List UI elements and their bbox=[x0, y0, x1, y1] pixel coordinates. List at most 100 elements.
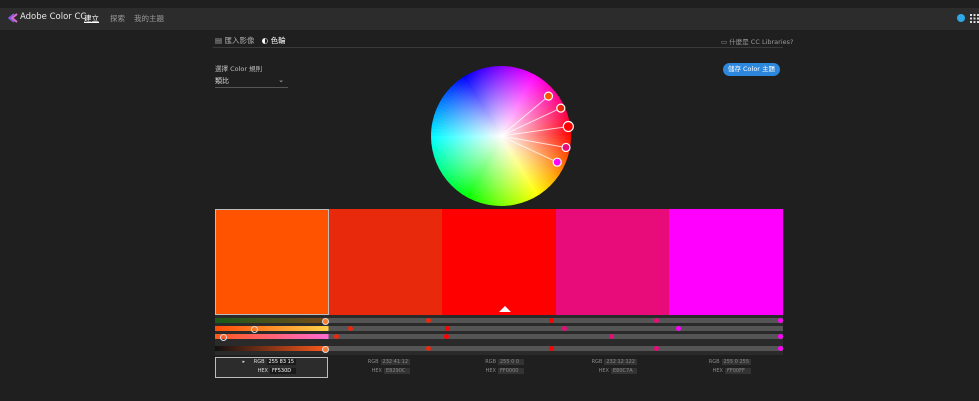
slider-knob[interactable] bbox=[334, 334, 339, 339]
rgb-line: RGB 255 0 255 bbox=[702, 359, 751, 365]
base-color-marker-icon[interactable] bbox=[499, 306, 511, 312]
color-value-cell: RGB 255 0 0 HEX FF0000 bbox=[443, 357, 556, 378]
slider-knob[interactable] bbox=[778, 346, 783, 351]
color-swatch[interactable] bbox=[215, 209, 329, 315]
slider-row-value bbox=[215, 346, 783, 353]
slider-knob[interactable] bbox=[778, 318, 783, 323]
hex-input[interactable]: FF530D bbox=[270, 368, 296, 374]
libraries-hint-label: 什麼是 CC Libraries? bbox=[729, 38, 794, 46]
slider-knob[interactable] bbox=[549, 318, 554, 323]
save-theme-button[interactable]: 儲存 Color 主題 bbox=[723, 63, 780, 76]
color-wheel-icon: ◐ bbox=[261, 36, 269, 45]
hex-label: HEX bbox=[371, 368, 382, 374]
chevron-down-icon: ⌄ bbox=[278, 76, 284, 84]
hex-input[interactable]: FF0000 bbox=[498, 368, 524, 374]
slider-track[interactable] bbox=[215, 334, 783, 339]
color-swatch[interactable] bbox=[328, 209, 443, 315]
libraries-icon: ▭ bbox=[721, 38, 728, 46]
slider-row-saturation bbox=[215, 326, 783, 333]
slider-row-hue bbox=[215, 318, 783, 325]
app-title[interactable]: Adobe Color CC bbox=[20, 12, 86, 22]
rgb-line: RGB 255 0 0 bbox=[478, 359, 524, 365]
slider-track[interactable] bbox=[215, 346, 783, 351]
rgb-label: RGB bbox=[367, 359, 379, 365]
color-handle[interactable] bbox=[561, 142, 571, 153]
color-handle[interactable] bbox=[552, 157, 562, 167]
rgb-input[interactable]: 255 0 0 bbox=[498, 359, 524, 365]
slider-knob[interactable] bbox=[426, 346, 431, 351]
hex-line: HEX FF00FF bbox=[705, 368, 751, 374]
color-wheel[interactable] bbox=[428, 63, 574, 209]
slider-track[interactable] bbox=[215, 326, 783, 331]
nav-create[interactable]: 建立 bbox=[84, 13, 99, 24]
apps-grid-icon[interactable] bbox=[970, 14, 979, 23]
hex-line: HEX E80C7A bbox=[591, 368, 637, 374]
hex-label: HEX bbox=[257, 368, 268, 374]
mode-tabs: ▤ 匯入影像 ◐ 色輪 bbox=[215, 35, 286, 46]
slider-knob[interactable] bbox=[778, 334, 783, 339]
rgb-label: RGB bbox=[591, 359, 603, 365]
rgb-input[interactable]: 232 12 122 bbox=[604, 359, 637, 365]
slider-knob[interactable] bbox=[676, 326, 681, 331]
hex-line: HEX FF530D bbox=[250, 368, 296, 374]
adobe-color-logo-icon[interactable] bbox=[8, 13, 18, 23]
libraries-help-link[interactable]: ▭ 什麼是 CC Libraries? bbox=[721, 36, 793, 46]
color-handle[interactable] bbox=[556, 103, 566, 113]
color-app: Adobe Color CC 建立 探索 我的主題 ▤ 匯入影像 ◐ 色輪 ▭ … bbox=[0, 0, 979, 401]
slider-row-brightness bbox=[215, 334, 783, 341]
hex-input[interactable]: FF00FF bbox=[725, 368, 751, 374]
color-rule-label: 選擇 Color 規則 bbox=[215, 65, 263, 73]
hex-label: HEX bbox=[485, 368, 496, 374]
hex-label: HEX bbox=[598, 368, 609, 374]
color-handle[interactable] bbox=[543, 91, 554, 101]
color-handle[interactable] bbox=[562, 120, 574, 133]
slider-knob[interactable] bbox=[348, 326, 353, 331]
slider-knob[interactable] bbox=[562, 326, 567, 331]
slider-knob[interactable] bbox=[654, 346, 659, 351]
slider-knob[interactable] bbox=[426, 318, 431, 323]
slider-knob[interactable] bbox=[322, 346, 329, 353]
slider-knob[interactable] bbox=[445, 326, 450, 331]
color-swatch[interactable] bbox=[442, 209, 556, 315]
hex-label: HEX bbox=[712, 368, 723, 374]
hex-input[interactable]: E80C7A bbox=[611, 368, 637, 374]
tab-color-wheel[interactable]: 色輪 bbox=[271, 36, 286, 45]
rgb-label: RGB bbox=[485, 359, 496, 365]
hex-line: HEX E8290C bbox=[364, 368, 410, 374]
slider-knob[interactable] bbox=[322, 318, 329, 325]
nav-explore[interactable]: 探索 bbox=[110, 13, 125, 24]
color-swatch[interactable] bbox=[669, 209, 783, 315]
rgb-line: ▸ RGB 255 83 15 bbox=[242, 359, 296, 365]
slider-knob[interactable] bbox=[654, 318, 659, 323]
tab-import-image[interactable]: 匯入影像 bbox=[224, 36, 254, 45]
color-value-cell: RGB 232 12 122 HEX E80C7A bbox=[556, 357, 669, 378]
rgb-input[interactable]: 255 83 15 bbox=[266, 359, 296, 365]
slider-knob[interactable] bbox=[609, 334, 614, 339]
color-values: ▸ RGB 255 83 15 HEX FF530D RGB 232 41 12 HE… bbox=[215, 357, 783, 378]
slider-knob[interactable] bbox=[251, 326, 258, 333]
image-icon: ▤ bbox=[215, 36, 223, 45]
color-swatch[interactable] bbox=[555, 209, 670, 315]
color-value-cell: ▸ RGB 255 83 15 HEX FF530D bbox=[215, 357, 328, 378]
slider-knob[interactable] bbox=[549, 346, 554, 351]
header-divider bbox=[213, 47, 783, 48]
globe-icon[interactable] bbox=[957, 14, 965, 22]
top-bar: Adobe Color CC 建立 探索 我的主題 bbox=[0, 8, 979, 30]
hex-line: HEX FF0000 bbox=[478, 368, 524, 374]
nav-my-themes[interactable]: 我的主題 bbox=[134, 13, 164, 24]
rgb-label: RGB bbox=[253, 359, 265, 365]
color-value-cell: RGB 255 0 255 HEX FF00FF bbox=[670, 357, 783, 378]
channel-sliders bbox=[215, 315, 783, 355]
rgb-input[interactable]: 232 41 12 bbox=[380, 359, 410, 365]
hex-input[interactable]: E8290C bbox=[384, 368, 410, 374]
rgb-label: RGB bbox=[708, 359, 720, 365]
color-rule-select[interactable]: 類比 ⌄ bbox=[215, 76, 288, 88]
slider-knob[interactable] bbox=[220, 334, 227, 341]
rgb-input[interactable]: 255 0 255 bbox=[721, 359, 751, 365]
slider-knob[interactable] bbox=[444, 334, 449, 339]
color-rule-value: 類比 bbox=[215, 77, 229, 85]
slider-track[interactable] bbox=[215, 318, 783, 323]
rgb-line: RGB 232 41 12 bbox=[361, 359, 410, 365]
rgb-line: RGB 232 12 122 bbox=[584, 359, 637, 365]
swatch-row bbox=[215, 209, 783, 315]
